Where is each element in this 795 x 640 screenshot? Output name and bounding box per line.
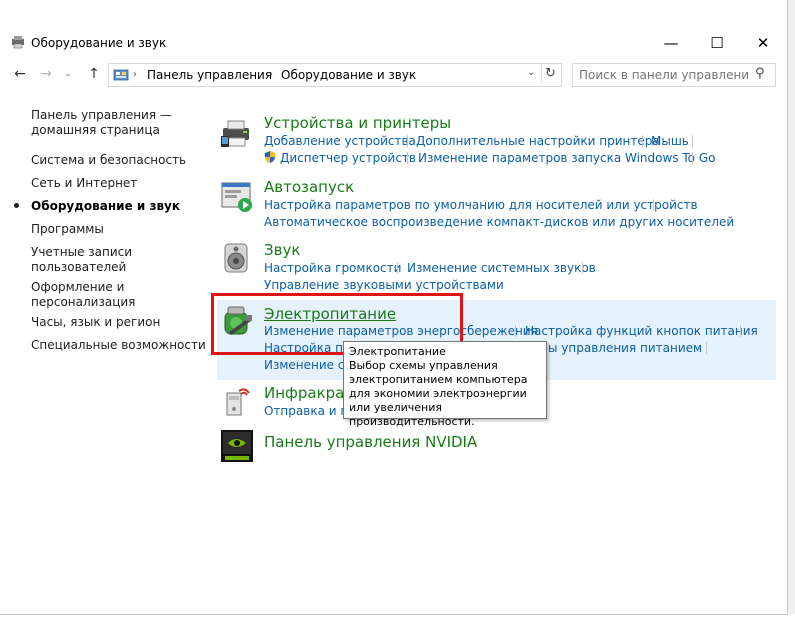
refresh-icon[interactable]: ↻ — [545, 66, 556, 81]
active-item-bullet — [14, 203, 19, 208]
link-printer-settings[interactable]: Дополнительные настройки принтера — [416, 134, 660, 148]
address-dropdown-icon[interactable]: ⌄ — [527, 67, 535, 78]
link-system-sounds[interactable]: Изменение системных звуков — [407, 261, 596, 275]
sidebar-item-appearance[interactable]: Оформление и персонализация — [31, 280, 135, 310]
link-device-manager[interactable]: Диспетчер устройств — [280, 151, 416, 165]
sidebar-item-home[interactable]: Панель управления — домашняя страница — [31, 108, 172, 138]
maximize-button[interactable]: ☐ — [694, 28, 740, 58]
sidebar-item-hardware-sound[interactable]: Оборудование и звук — [31, 199, 180, 214]
link-separator — [397, 262, 398, 274]
link-add-device[interactable]: Добавление устройства — [264, 134, 416, 148]
back-arrow-icon: ← — [14, 66, 26, 82]
printer-icon — [219, 116, 255, 152]
link-separator — [407, 135, 408, 147]
link-separator — [582, 262, 583, 274]
back-button[interactable]: ← — [10, 64, 30, 84]
breadcrumb-item[interactable]: Оборудование и звук — [281, 68, 416, 82]
category-title-devices-printers[interactable]: Устройства и принтеры — [264, 114, 451, 132]
category-title-sound[interactable]: Звук — [264, 241, 300, 259]
link-separator — [653, 199, 654, 211]
control-panel-icon — [113, 67, 129, 83]
breadcrumb-separator-icon: › — [269, 69, 273, 80]
speaker-icon — [219, 240, 255, 276]
tooltip-title: Электропитание — [349, 345, 446, 358]
link-infrared-send-partial[interactable]: Отправка и по — [264, 404, 356, 418]
link-separator — [706, 342, 707, 354]
forward-button[interactable]: → — [36, 64, 56, 84]
link-audio-devices[interactable]: Управление звуковыми устройствами — [264, 278, 504, 292]
link-volume[interactable]: Настройка громкости — [264, 261, 401, 275]
link-separator — [407, 152, 408, 164]
breadcrumb-separator-icon: › — [405, 69, 409, 80]
chevron-down-icon: ⌄ — [64, 69, 72, 79]
close-icon: ✕ — [756, 34, 770, 52]
breadcrumb-separator-icon: › — [133, 69, 137, 80]
address-divider — [541, 66, 542, 84]
infrared-icon — [219, 383, 255, 419]
breadcrumb-item[interactable]: Панель управления — [147, 68, 272, 82]
address-bar[interactable]: › Панель управления › Оборудование и зву… — [108, 63, 562, 87]
search-box[interactable]: ⚲ — [572, 63, 776, 87]
category-title-nvidia[interactable]: Панель управления NVIDIA — [264, 433, 477, 451]
forward-arrow-icon: → — [40, 66, 52, 82]
nvidia-icon — [219, 428, 255, 464]
sidebar-item-programs[interactable]: Программы — [31, 222, 104, 237]
window-app-icon — [10, 34, 26, 50]
window-title: Оборудование и звук — [31, 36, 167, 50]
link-windows-to-go[interactable]: Изменение параметров запуска Windows To … — [418, 151, 715, 165]
link-separator — [642, 135, 643, 147]
sidebar-item-user-accounts[interactable]: Учетные записи пользователей — [31, 245, 132, 275]
link-autoplay-cds[interactable]: Автоматическое воспроизведение компакт-д… — [264, 215, 734, 229]
power-options-tooltip: Электропитание Выбор схемы управления эл… — [343, 341, 547, 428]
up-button[interactable]: ↑ — [84, 64, 104, 84]
sidebar-item-network[interactable]: Сеть и Интернет — [31, 176, 137, 191]
background-strip — [788, 0, 795, 614]
search-icon[interactable]: ⚲ — [755, 66, 765, 81]
search-input[interactable] — [577, 66, 751, 84]
category-title-infrared[interactable]: Инфракрас — [264, 384, 353, 402]
minimize-button[interactable]: — — [648, 28, 694, 58]
up-arrow-icon: ↑ — [88, 66, 100, 82]
link-separator — [740, 325, 741, 337]
recent-locations-button[interactable]: ⌄ — [58, 64, 78, 84]
link-separator — [692, 135, 693, 147]
close-button[interactable]: ✕ — [740, 28, 786, 58]
link-separator — [692, 152, 693, 164]
tooltip-text: Выбор схемы управления электропитанием к… — [349, 359, 528, 428]
link-mouse[interactable]: Мышь — [651, 134, 689, 148]
link-power-management-partial[interactable]: ы управления питанием — [548, 341, 702, 355]
category-title-autoplay[interactable]: Автозапуск — [264, 178, 354, 196]
autoplay-icon — [219, 179, 255, 215]
link-power-buttons[interactable]: Настройка функций кнопок питания — [525, 324, 758, 338]
sidebar-item-accessibility[interactable]: Специальные возможности — [31, 338, 206, 353]
uac-shield-icon — [263, 150, 277, 164]
link-autoplay-defaults[interactable]: Настройка параметров по умолчанию для но… — [264, 198, 698, 212]
sidebar-item-system-security[interactable]: Система и безопасность — [31, 153, 186, 168]
link-separator — [515, 325, 516, 337]
sidebar-item-clock-region[interactable]: Часы, язык и регион — [31, 315, 160, 330]
maximize-icon: ☐ — [710, 34, 724, 52]
minimize-icon: — — [663, 34, 679, 52]
